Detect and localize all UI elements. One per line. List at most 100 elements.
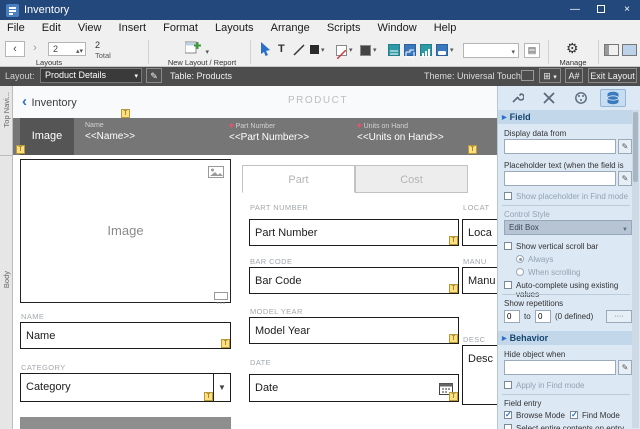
selection-tool-icon[interactable] bbox=[260, 42, 272, 56]
field-picker-button[interactable]: ▤ bbox=[524, 43, 540, 58]
manufacturer-field[interactable]: Manu bbox=[462, 267, 497, 294]
chevron-down-icon[interactable]: ▼ bbox=[213, 374, 230, 401]
menu-layouts[interactable]: Layouts bbox=[208, 20, 261, 37]
close-button[interactable]: × bbox=[614, 0, 640, 20]
maximize-button[interactable] bbox=[588, 0, 614, 20]
menu-insert[interactable]: Insert bbox=[112, 20, 154, 37]
date-field[interactable]: Date T bbox=[249, 374, 459, 402]
header-part-number-merge[interactable]: ◆ Part Number <<Part Number>> bbox=[229, 122, 309, 143]
header-units-merge[interactable]: ◆ Units on Hand <<Units on Hand>> bbox=[357, 122, 444, 143]
exit-layout-button[interactable]: Exit Layout bbox=[588, 68, 637, 83]
name-field[interactable]: Name T bbox=[20, 322, 231, 349]
vertical-scrollbar-checkbox[interactable] bbox=[504, 242, 512, 250]
edit-layout-pencil-button[interactable]: ✎ bbox=[146, 68, 162, 83]
menu-window[interactable]: Window bbox=[371, 20, 424, 37]
when-scrolling-radio[interactable] bbox=[516, 268, 524, 276]
menu-scripts[interactable]: Scripts bbox=[320, 20, 368, 37]
fill-color-swatch[interactable] bbox=[336, 45, 347, 60]
header-name-merge[interactable]: Name <<Name>> bbox=[85, 122, 135, 142]
pen-color-swatch[interactable] bbox=[360, 45, 371, 56]
apply-find-checkbox[interactable] bbox=[504, 381, 512, 389]
date-field-label: DATE bbox=[250, 358, 272, 367]
tab-cost[interactable]: Cost bbox=[355, 165, 468, 193]
inspector-tab-tools[interactable] bbox=[536, 89, 562, 107]
wrench-icon bbox=[512, 93, 525, 103]
placeholder-edit-button[interactable]: ✎ bbox=[618, 171, 632, 186]
control-style-dropdown[interactable]: Edit Box ▼ bbox=[504, 220, 632, 235]
toolbar-dropdown[interactable]: ▾ bbox=[463, 43, 519, 58]
apply-find-label: Apply in Find mode bbox=[516, 381, 585, 390]
display-data-edit-button[interactable]: ✎ bbox=[618, 139, 632, 154]
toolbar-separator bbox=[598, 40, 599, 64]
field-section-header[interactable]: ▶ Field bbox=[498, 110, 633, 124]
find-mode-checkbox[interactable] bbox=[570, 410, 578, 419]
browse-mode-checkbox[interactable] bbox=[504, 410, 512, 419]
model-year-field[interactable]: Model Year T bbox=[249, 317, 459, 344]
bar-code-field[interactable]: Bar Code T bbox=[249, 267, 459, 294]
image-container-field[interactable]: Image bbox=[20, 159, 231, 304]
pen-color-dropdown[interactable]: ▾ bbox=[373, 46, 377, 54]
menu-file[interactable]: File bbox=[0, 20, 32, 37]
part-number-field[interactable]: Part Number T bbox=[249, 219, 459, 246]
menu-format[interactable]: Format bbox=[156, 20, 205, 37]
formatting-bar-button[interactable]: A# bbox=[565, 68, 583, 83]
new-layout-icon bbox=[184, 41, 201, 54]
select-contents-checkbox[interactable] bbox=[504, 424, 512, 429]
repetition-orientation-button[interactable]: ···· bbox=[606, 310, 632, 323]
table-selector-button[interactable]: Table: Products bbox=[170, 71, 232, 81]
location-field[interactable]: Loca bbox=[462, 219, 497, 246]
window-title: Inventory bbox=[24, 4, 70, 16]
line-tool-icon[interactable] bbox=[293, 44, 305, 56]
button-tool-icon[interactable] bbox=[436, 44, 448, 56]
back-button[interactable]: ‹ Inventory bbox=[22, 93, 77, 111]
scrollbar-thumb[interactable] bbox=[633, 112, 638, 182]
manage-gear-icon[interactable]: ⚙ bbox=[566, 40, 579, 57]
tab-control-tool-icon[interactable] bbox=[404, 44, 416, 58]
field-badge: T bbox=[449, 236, 458, 245]
description-field[interactable]: Desc bbox=[462, 345, 497, 405]
menu-view[interactable]: View bbox=[71, 20, 109, 37]
shape-tool-dropdown[interactable]: ▾ bbox=[321, 46, 325, 54]
hide-object-edit-button[interactable]: ✎ bbox=[618, 360, 632, 375]
portal-tool-icon[interactable] bbox=[388, 44, 400, 56]
chart-tool-icon[interactable] bbox=[420, 44, 432, 57]
new-layout-button[interactable]: ▾ bbox=[184, 41, 209, 59]
layout-number-stepper[interactable]: 2 ▴▾ bbox=[48, 42, 86, 56]
header-image-cell[interactable]: Image bbox=[20, 118, 74, 155]
inspector-scrollbar[interactable] bbox=[632, 110, 639, 428]
always-radio[interactable] bbox=[516, 255, 524, 263]
show-inspector-pane-icon[interactable] bbox=[622, 44, 637, 56]
category-dropdown-field[interactable]: Category ▼ T bbox=[20, 373, 231, 402]
object-badge: T bbox=[468, 145, 477, 154]
minimize-button[interactable]: — bbox=[562, 0, 588, 20]
behavior-section-header[interactable]: ▶ Behavior bbox=[498, 331, 633, 345]
menu-arrange[interactable]: Arrange bbox=[264, 20, 317, 37]
placeholder-text-input[interactable] bbox=[504, 171, 616, 186]
hide-object-input[interactable] bbox=[504, 360, 616, 375]
menu-edit[interactable]: Edit bbox=[35, 20, 68, 37]
part-tab-top-navigation[interactable]: Top Navi... bbox=[2, 92, 11, 127]
text-tool-icon[interactable]: T bbox=[278, 43, 285, 55]
inspector-tab-appearance[interactable] bbox=[568, 89, 594, 107]
tab-part[interactable]: Part bbox=[242, 165, 355, 193]
show-formatting-pane-icon[interactable] bbox=[604, 44, 619, 56]
screen-size-icon[interactable] bbox=[521, 70, 534, 81]
forward-layout-button[interactable]: › bbox=[28, 41, 42, 57]
top-navigation-part: ‹ Inventory PRODUCT T bbox=[13, 86, 497, 118]
autocomplete-checkbox[interactable] bbox=[504, 281, 512, 289]
menu-help[interactable]: Help bbox=[427, 20, 464, 37]
repetition-end-input[interactable] bbox=[535, 310, 551, 323]
grid-options-button[interactable]: ⊞ ▾ bbox=[539, 68, 561, 83]
fill-color-dropdown[interactable]: ▾ bbox=[349, 46, 353, 54]
inspector-tab-position[interactable] bbox=[504, 89, 530, 107]
display-data-input[interactable] bbox=[504, 139, 616, 154]
inspector-tab-data[interactable] bbox=[600, 89, 626, 107]
show-placeholder-checkbox[interactable] bbox=[504, 192, 512, 200]
back-chevron-icon: ‹ bbox=[22, 93, 27, 110]
repetition-start-input[interactable] bbox=[504, 310, 520, 323]
button-tool-dropdown[interactable]: ▾ bbox=[450, 46, 454, 54]
back-layout-button[interactable]: ‹ bbox=[5, 41, 25, 57]
shape-tool-icon[interactable] bbox=[310, 45, 319, 54]
part-tab-body[interactable]: Body bbox=[2, 271, 11, 288]
layout-selector-dropdown[interactable]: Product Details ▾ bbox=[40, 68, 142, 83]
